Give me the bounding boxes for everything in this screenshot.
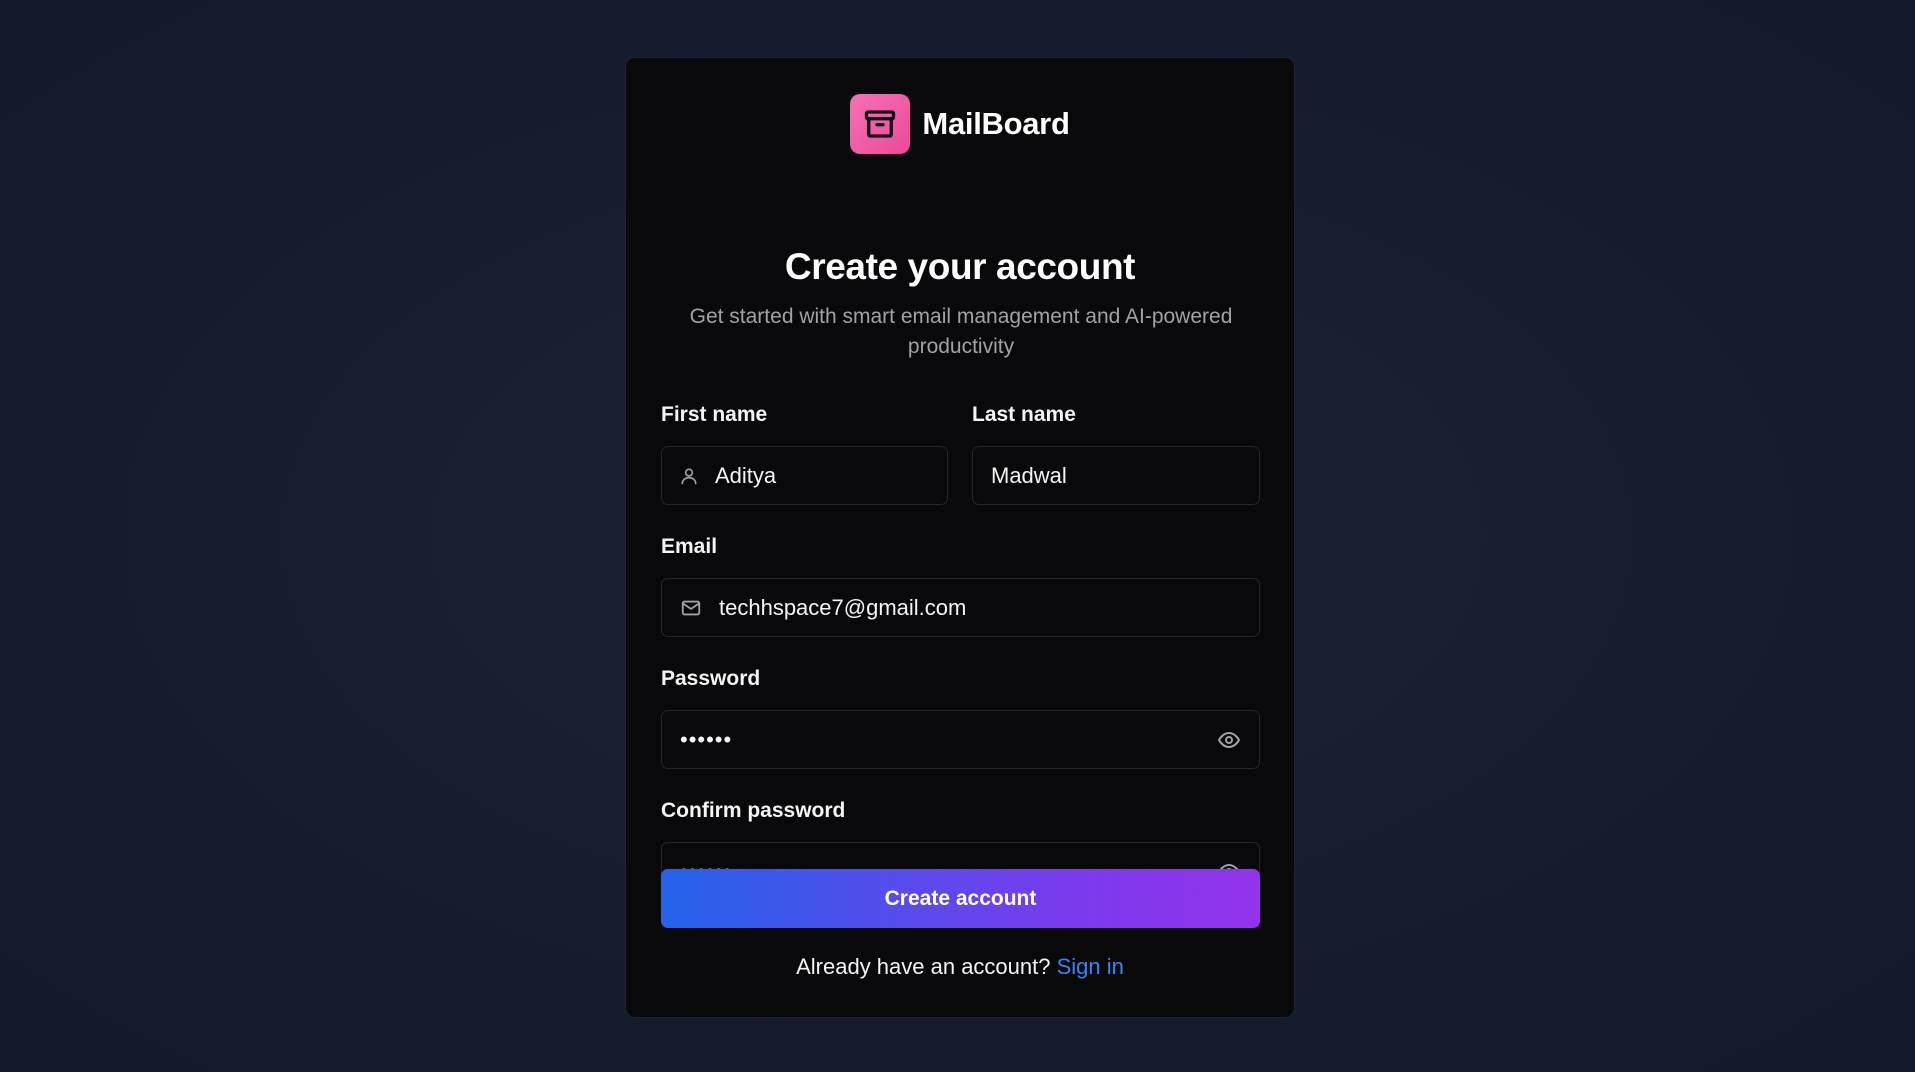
last-name-label: Last name — [972, 403, 1076, 426]
last-name-input[interactable] — [991, 447, 1279, 504]
password-label: Password — [661, 667, 761, 690]
create-account-button[interactable]: Create account — [661, 869, 1260, 928]
email-input[interactable] — [719, 579, 1259, 636]
signup-card: MailBoard Create your account Get starte… — [625, 57, 1295, 1018]
confirm-password-label: Confirm password — [661, 799, 846, 822]
first-name-input[interactable] — [715, 447, 1003, 504]
password-input[interactable] — [680, 711, 1216, 768]
sign-in-prompt-text: Already have an account? — [796, 954, 1051, 979]
sign-in-link[interactable]: Sign in — [1057, 954, 1124, 979]
page-subtitle: Get started with smart email management … — [689, 305, 1233, 358]
brand-header: MailBoard — [626, 94, 1294, 154]
mail-icon — [679, 596, 703, 620]
user-icon — [679, 464, 699, 488]
first-name-label: First name — [661, 403, 768, 426]
brand-name: MailBoard — [922, 106, 1070, 141]
eye-icon[interactable] — [1216, 727, 1242, 753]
first-name-field[interactable] — [661, 446, 1003, 505]
last-name-field[interactable] — [972, 446, 1279, 505]
password-field[interactable] — [661, 710, 1260, 769]
page-title: Create your account — [784, 246, 1136, 287]
email-field[interactable] — [661, 578, 1260, 637]
email-label: Email — [661, 535, 718, 558]
archive-box-icon — [850, 94, 911, 154]
sign-in-prompt: Already have an account? Sign in — [626, 954, 1294, 980]
